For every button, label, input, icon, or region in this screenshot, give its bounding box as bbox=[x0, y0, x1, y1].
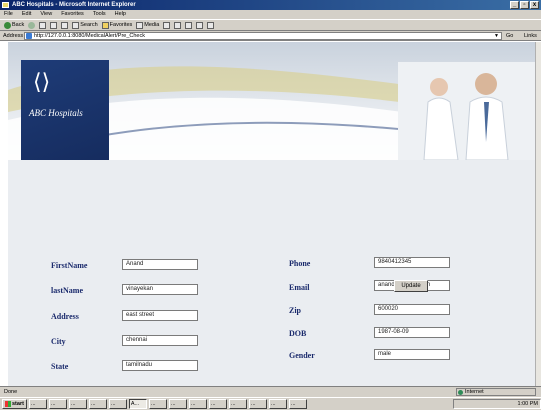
system-tray: 1:00 PM bbox=[453, 399, 541, 409]
menu-help[interactable]: Help bbox=[115, 10, 126, 19]
form-area: FirstName Anand lastName vinayekan Addre… bbox=[8, 160, 535, 386]
print-icon[interactable] bbox=[185, 21, 193, 29]
history-icon[interactable] bbox=[163, 21, 171, 29]
taskbar-item[interactable]: ... bbox=[208, 399, 227, 409]
dob-input[interactable]: 1987-08-09 bbox=[374, 327, 450, 338]
label-state: State bbox=[51, 362, 69, 371]
label-email: Email bbox=[289, 283, 310, 292]
label-address: Address bbox=[51, 312, 79, 321]
go-button[interactable]: Go bbox=[506, 32, 513, 40]
window-title: ABC Hospitals - Microsoft Internet Explo… bbox=[12, 2, 136, 8]
label-dob: DOB bbox=[289, 329, 307, 338]
back-arrow-icon bbox=[4, 21, 11, 29]
taskbar-item[interactable]: ... bbox=[168, 399, 187, 409]
mail-icon[interactable] bbox=[174, 21, 182, 29]
start-label: start bbox=[12, 401, 24, 407]
refresh-icon[interactable] bbox=[50, 21, 58, 29]
media-button[interactable]: Media bbox=[136, 21, 160, 29]
page-viewport: ⟨⟩ ABC Hospitals FirstName Anand lastNam… bbox=[4, 42, 539, 386]
taskbar-item[interactable]: ... bbox=[188, 399, 207, 409]
label-lastname: lastName bbox=[51, 286, 83, 295]
hospital-logo: ⟨⟩ ABC Hospitals bbox=[21, 60, 109, 160]
address-url: http://127.0.0.1:8080/MedicalAlert/Pre_C… bbox=[34, 33, 145, 39]
start-button[interactable]: start bbox=[2, 399, 27, 409]
logo-text: ABC Hospitals bbox=[29, 108, 83, 118]
city-input[interactable]: chennai bbox=[122, 335, 198, 346]
clock: 1:00 PM bbox=[517, 401, 538, 407]
state-input[interactable]: tamilnadu bbox=[122, 360, 198, 371]
label-gender: Gender bbox=[289, 351, 315, 360]
close-button[interactable]: x bbox=[530, 1, 539, 9]
back-button[interactable]: Back bbox=[4, 21, 25, 29]
label-zip: Zip bbox=[289, 306, 302, 315]
zone-label: Internet bbox=[465, 389, 484, 395]
label-firstname: FirstName bbox=[51, 261, 88, 270]
menu-tools[interactable]: Tools bbox=[93, 10, 106, 19]
address-input-field[interactable]: east street bbox=[122, 310, 198, 321]
windows-logo-icon bbox=[5, 401, 11, 407]
address-bar: Address http://127.0.0.1:8080/MedicalAle… bbox=[0, 31, 541, 41]
header-banner: ⟨⟩ ABC Hospitals bbox=[8, 42, 535, 160]
menu-bar: File Edit View Favorites Tools Help bbox=[0, 10, 541, 19]
taskbar-item[interactable]: ... bbox=[48, 399, 67, 409]
ie-app-icon bbox=[2, 2, 9, 8]
doctors-photo bbox=[398, 62, 535, 160]
menu-edit[interactable]: Edit bbox=[22, 10, 31, 19]
security-zone: Internet bbox=[456, 388, 536, 396]
label-phone: Phone bbox=[289, 259, 311, 268]
discuss-icon[interactable] bbox=[207, 21, 215, 29]
home-icon[interactable] bbox=[61, 21, 69, 29]
address-input[interactable]: http://127.0.0.1:8080/MedicalAlert/Pre_C… bbox=[24, 32, 502, 40]
internet-globe-icon bbox=[458, 390, 463, 395]
taskbar-item[interactable]: ... bbox=[88, 399, 107, 409]
taskbar-item[interactable]: ... bbox=[28, 399, 47, 409]
firstname-input[interactable]: Anand bbox=[122, 259, 198, 270]
taskbar-item[interactable]: ... bbox=[108, 399, 127, 409]
taskbar-item[interactable]: ... bbox=[228, 399, 247, 409]
favorites-button[interactable]: Favorites bbox=[101, 21, 133, 29]
gender-input[interactable]: male bbox=[374, 349, 450, 360]
back-label: Back bbox=[12, 22, 25, 28]
zip-input[interactable]: 600020 bbox=[374, 304, 450, 315]
search-button[interactable]: Search bbox=[72, 21, 98, 29]
favorites-icon bbox=[101, 21, 109, 29]
media-label: Media bbox=[144, 22, 160, 28]
search-label: Search bbox=[80, 22, 98, 28]
phone-input[interactable]: 9840412345 bbox=[374, 257, 450, 268]
media-icon bbox=[136, 21, 144, 29]
address-dropdown-icon[interactable]: ▼ bbox=[494, 33, 499, 39]
taskbar-item[interactable]: ... bbox=[68, 399, 87, 409]
label-city: City bbox=[51, 337, 66, 346]
favorites-label: Favorites bbox=[109, 22, 133, 28]
toolbar: Back Search Favorites Media bbox=[0, 19, 541, 31]
menu-favorites[interactable]: Favorites bbox=[61, 10, 84, 19]
taskbar-item[interactable]: ... bbox=[268, 399, 287, 409]
page-icon bbox=[26, 33, 32, 39]
address-label: Address bbox=[3, 33, 24, 39]
update-button[interactable]: Update bbox=[394, 280, 428, 292]
maximize-button[interactable]: ▫ bbox=[520, 1, 529, 9]
menu-view[interactable]: View bbox=[40, 10, 52, 19]
menu-file[interactable]: File bbox=[4, 10, 13, 19]
edit-icon[interactable] bbox=[196, 21, 204, 29]
logo-emblem-icon: ⟨⟩ bbox=[33, 70, 51, 95]
status-bar: Done Internet bbox=[0, 386, 541, 397]
taskbar-item-active[interactable]: A... bbox=[128, 399, 147, 409]
search-icon bbox=[72, 21, 80, 29]
taskbar-item[interactable]: ... bbox=[248, 399, 267, 409]
forward-arrow-icon[interactable] bbox=[28, 21, 36, 29]
window-title-bar: ABC Hospitals - Microsoft Internet Explo… bbox=[0, 0, 541, 10]
vertical-scrollbar[interactable] bbox=[535, 42, 541, 386]
taskbar: start ... ... ... ... ... A... ... ... .… bbox=[0, 397, 541, 410]
lastname-input[interactable]: vinayekan bbox=[122, 284, 198, 295]
stop-icon[interactable] bbox=[39, 21, 47, 29]
taskbar-item[interactable]: ... bbox=[288, 399, 307, 409]
links-button[interactable]: Links bbox=[524, 32, 537, 40]
minimize-button[interactable]: _ bbox=[510, 1, 519, 9]
taskbar-item[interactable]: ... bbox=[148, 399, 167, 409]
status-text: Done bbox=[4, 389, 18, 395]
